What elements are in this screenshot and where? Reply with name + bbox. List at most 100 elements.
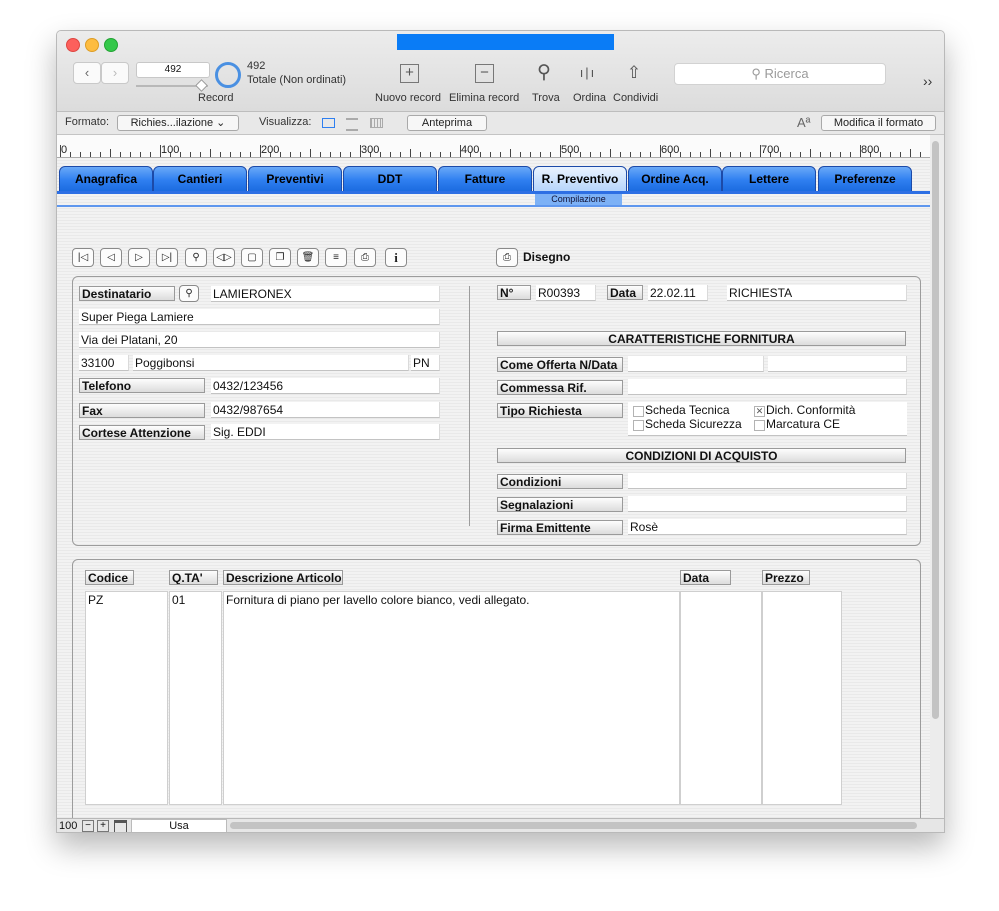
- ruler-tick: [420, 152, 421, 157]
- ruler: 0 100 200 300 400 500 600 700 800: [57, 135, 930, 158]
- zip-field[interactable]: 33100: [79, 355, 129, 371]
- dich-conformita-checkbox[interactable]: ✕: [754, 406, 765, 417]
- form-view-icon[interactable]: [322, 118, 335, 128]
- sort-button[interactable]: Ordina: [573, 92, 606, 104]
- phone-field[interactable]: 0432/123456: [211, 378, 440, 394]
- sort-icon[interactable]: ı|ı: [578, 63, 598, 83]
- preview-button[interactable]: Anteprima: [407, 115, 487, 131]
- new-doc-button[interactable]: ▢: [241, 248, 263, 267]
- split-button[interactable]: ◁▷: [213, 248, 235, 267]
- minimize-button[interactable]: [85, 38, 99, 52]
- new-record-button[interactable]: Nuovo record: [375, 92, 441, 104]
- date-label: Data: [607, 285, 643, 300]
- price-column[interactable]: [762, 591, 842, 805]
- print-button[interactable]: ⎙: [354, 248, 376, 267]
- format-select[interactable]: Richies...ilazione ⌄: [117, 115, 239, 131]
- ruler-tick: [540, 152, 541, 157]
- company-field[interactable]: Super Piega Lamiere: [79, 309, 440, 325]
- notes-field[interactable]: [628, 496, 907, 512]
- search-icon[interactable]: ⚲: [534, 63, 554, 83]
- number-field[interactable]: R00393: [536, 285, 596, 301]
- ruler-tick: [440, 152, 441, 157]
- delete-record-button[interactable]: Elimina record: [449, 92, 519, 104]
- code-column[interactable]: PZ: [85, 591, 168, 805]
- province-field[interactable]: PN: [411, 355, 440, 371]
- ruler-tick: [680, 152, 681, 157]
- find-button[interactable]: Trova: [532, 92, 560, 104]
- vertical-scrollbar[interactable]: [932, 141, 939, 719]
- tab-lettere[interactable]: Lettere: [722, 166, 816, 192]
- subtab-compilazione[interactable]: Compilazione: [535, 194, 622, 205]
- font-icon[interactable]: Aª: [797, 115, 810, 130]
- tab-preferenze[interactable]: Preferenze: [818, 166, 912, 192]
- drawing-print-button[interactable]: ⎙: [496, 248, 518, 267]
- list-view-icon[interactable]: [346, 118, 358, 131]
- first-record-icon: |◁: [77, 252, 89, 263]
- description-column[interactable]: Fornitura di piano per lavello colore bi…: [223, 591, 680, 805]
- offer-field[interactable]: [628, 356, 764, 372]
- qty-column[interactable]: 01: [169, 591, 222, 805]
- overflow-button[interactable]: ››: [923, 73, 932, 89]
- tab-fatture[interactable]: Fatture: [438, 166, 532, 192]
- city-field[interactable]: Poggibonsi: [133, 355, 409, 371]
- horizontal-scrollbar[interactable]: [230, 822, 917, 829]
- share-icon[interactable]: ⇧: [624, 63, 644, 83]
- drawing-button[interactable]: Disegno: [523, 250, 570, 264]
- ruler-tick: [350, 152, 351, 157]
- share-button[interactable]: Condividi: [613, 92, 658, 104]
- purchase-section-title: CONDIZIONI DI ACQUISTO: [497, 448, 906, 463]
- forward-button[interactable]: ›: [101, 62, 129, 84]
- date-column[interactable]: [680, 591, 762, 805]
- item-code: PZ: [88, 593, 104, 607]
- fax-field[interactable]: 0432/987654: [211, 402, 440, 418]
- first-record-button[interactable]: |◁: [72, 248, 94, 267]
- tab-ddt[interactable]: DDT: [343, 166, 437, 192]
- layout-content: Anagrafica Cantieri Preventivi DDT Fatture R.…: [57, 158, 930, 832]
- conditions-field[interactable]: [628, 473, 907, 489]
- scheda-sicurezza-checkbox[interactable]: [633, 420, 644, 431]
- marcatura-ce-checkbox[interactable]: [754, 420, 765, 431]
- tab-preventivi[interactable]: Preventivi: [248, 166, 342, 192]
- ruler-tick: [100, 152, 101, 157]
- zoom-out-button[interactable]: −: [82, 820, 94, 832]
- tab-anagrafica[interactable]: Anagrafica: [59, 166, 153, 192]
- record-number-input[interactable]: 492: [136, 62, 210, 78]
- prev-record-button[interactable]: ◁: [100, 248, 122, 267]
- mode-select[interactable]: Usa: [131, 819, 227, 832]
- delete-record-icon[interactable]: −: [475, 64, 494, 83]
- list-button[interactable]: ≡: [325, 248, 347, 267]
- offer-date-field[interactable]: [768, 356, 907, 372]
- ruler-tick: [480, 152, 481, 157]
- zoom-in-button[interactable]: +: [97, 820, 109, 832]
- table-view-icon[interactable]: [370, 118, 383, 128]
- next-record-button[interactable]: ▷: [128, 248, 150, 267]
- document-type-field[interactable]: RICHIESTA: [727, 285, 907, 301]
- order-field[interactable]: [628, 379, 907, 395]
- toggle-bar-icon[interactable]: [114, 820, 127, 832]
- supply-section-title: CARATTERISTICHE FORNITURA: [497, 331, 906, 346]
- info-button[interactable]: i: [385, 248, 407, 267]
- scheda-tecnica-checkbox[interactable]: [633, 406, 644, 417]
- new-record-icon[interactable]: +: [400, 64, 419, 83]
- search-input[interactable]: ⚲ Ricerca: [674, 63, 886, 85]
- trash-button[interactable]: 🗑: [297, 248, 319, 267]
- date-field[interactable]: 22.02.11: [648, 285, 708, 301]
- address-field[interactable]: Via dei Platani, 20: [79, 332, 440, 348]
- ruler-tick: [210, 149, 211, 157]
- signer-field[interactable]: Rosè: [628, 519, 907, 535]
- modify-format-button[interactable]: Modifica il formato: [821, 115, 936, 131]
- recipient-name-field[interactable]: LAMIERONEX: [211, 286, 440, 302]
- close-button[interactable]: [66, 38, 80, 52]
- tab-ordine-acq[interactable]: Ordine Acq.: [628, 166, 722, 192]
- zoom-button[interactable]: [104, 38, 118, 52]
- back-button[interactable]: ‹: [73, 62, 101, 84]
- last-record-button[interactable]: ▷|: [156, 248, 178, 267]
- recipient-lookup-button[interactable]: ⚲: [179, 285, 199, 302]
- find-button[interactable]: ⚲: [185, 248, 207, 267]
- slider-knob[interactable]: [195, 79, 208, 92]
- duplicate-button[interactable]: ❐: [269, 248, 291, 267]
- attention-field[interactable]: Sig. EDDI: [211, 424, 440, 440]
- ruler-tick: [800, 152, 801, 157]
- tab-cantieri[interactable]: Cantieri: [153, 166, 247, 192]
- tab-r-preventivo[interactable]: R. Preventivo: [533, 166, 627, 192]
